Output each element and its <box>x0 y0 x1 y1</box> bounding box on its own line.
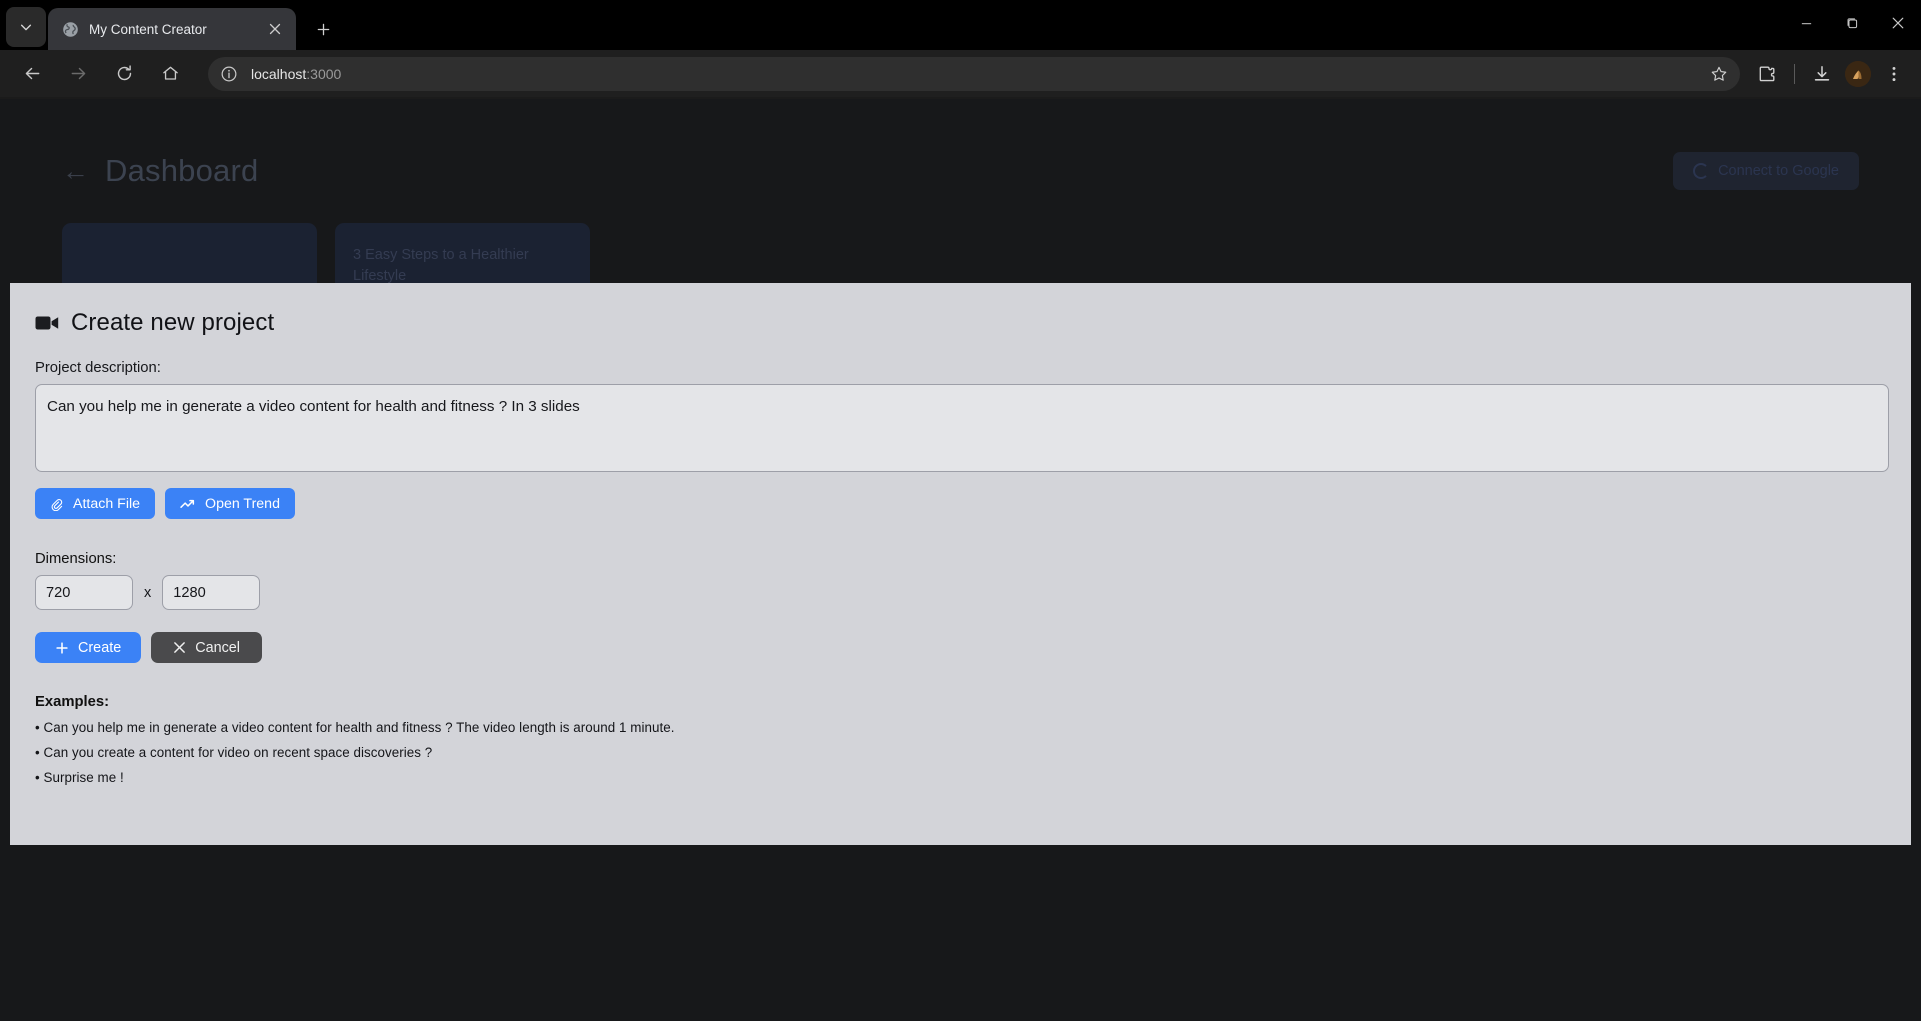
star-icon <box>1711 66 1727 81</box>
dashboard-title-group: ← Dashboard <box>62 153 258 189</box>
maximize-button[interactable] <box>1829 0 1875 46</box>
trending-up-icon <box>180 499 195 508</box>
page-viewport: ← Dashboard Connect to Google 3 Easy Ste… <box>0 99 1921 1021</box>
close-window-button[interactable] <box>1875 0 1921 46</box>
attach-file-label: Attach File <box>73 495 141 512</box>
three-dot-menu-icon <box>1892 66 1896 81</box>
tab-strip: My Content Creator <box>0 0 1921 50</box>
url-host: localhost <box>251 65 307 82</box>
cancel-button[interactable]: Cancel <box>151 632 262 663</box>
tab-title: My Content Creator <box>89 21 207 37</box>
address-bar[interactable]: localhost:3000 <box>208 56 1740 91</box>
forward-button[interactable] <box>61 57 95 91</box>
cancel-button-label: Cancel <box>195 639 240 656</box>
open-trend-label: Open Trend <box>205 495 280 512</box>
attachment-button-row: Attach File Open Trend <box>35 488 1886 519</box>
minimize-button[interactable] <box>1783 0 1829 46</box>
project-description-input[interactable] <box>35 384 1889 472</box>
home-icon <box>162 66 178 80</box>
google-g-icon <box>1693 163 1710 179</box>
avatar-icon <box>1845 60 1871 87</box>
puzzle-piece-icon <box>1759 66 1775 81</box>
home-button[interactable] <box>153 57 187 91</box>
close-icon <box>1892 17 1904 29</box>
maximize-icon <box>1847 17 1857 28</box>
video-camera-icon <box>35 314 60 332</box>
new-tab-button[interactable] <box>308 14 338 44</box>
close-x-icon <box>174 642 186 653</box>
site-info-icon[interactable] <box>216 61 242 87</box>
attach-file-button[interactable]: Attach File <box>35 488 156 519</box>
extensions-button[interactable] <box>1750 57 1784 91</box>
arrow-right-icon <box>71 67 85 80</box>
open-trend-button[interactable]: Open Trend <box>165 488 295 519</box>
url-port: :3000 <box>306 65 342 82</box>
create-button[interactable]: Create <box>35 632 142 663</box>
back-button[interactable] <box>15 57 49 91</box>
width-input[interactable] <box>35 575 133 610</box>
downloads-button[interactable] <box>1805 57 1839 91</box>
page-title: Dashboard <box>105 153 259 188</box>
bookmark-button[interactable] <box>1704 59 1734 89</box>
browser-toolbar: localhost:3000 <box>0 50 1921 98</box>
example-item[interactable]: • Can you create a content for video on … <box>35 745 1886 760</box>
plus-icon <box>56 641 68 654</box>
modal-title-text: Create new project <box>71 309 275 336</box>
connect-to-google-button[interactable]: Connect to Google <box>1673 152 1859 190</box>
window-controls <box>1783 0 1921 46</box>
dashboard-header: ← Dashboard Connect to Google <box>62 149 1859 193</box>
download-icon <box>1814 65 1830 81</box>
plus-icon <box>317 23 329 35</box>
connect-button-label: Connect to Google <box>1718 163 1839 179</box>
info-circle-icon <box>221 66 237 81</box>
example-item[interactable]: • Surprise me ! <box>35 770 1886 785</box>
chevron-down-icon <box>20 24 32 31</box>
minimize-icon <box>1801 22 1811 24</box>
paperclip-icon <box>51 498 63 511</box>
examples-label: Examples: <box>35 694 110 710</box>
dashboard-back-icon[interactable]: ← <box>62 157 89 185</box>
height-input[interactable] <box>162 575 261 610</box>
dimensions-label: Dimensions: <box>35 551 117 567</box>
modal-action-row: Create Cancel <box>35 632 1886 663</box>
example-item[interactable]: • Can you help me in generate a video co… <box>35 720 1886 735</box>
create-project-modal: Create new project Project description: … <box>10 283 1911 845</box>
dimensions-separator: x <box>144 584 152 601</box>
toolbar-divider <box>1794 63 1795 84</box>
close-icon <box>269 23 281 35</box>
tab-search-button[interactable] <box>6 7 46 47</box>
reload-icon <box>117 65 131 81</box>
description-label: Project description: <box>35 360 161 376</box>
url-text: localhost:3000 <box>242 66 1704 82</box>
browser-window: My Content Creator localhost:3000 ← Dash… <box>0 0 1921 1021</box>
browser-menu-button[interactable] <box>1877 57 1911 91</box>
browser-tab[interactable]: My Content Creator <box>48 8 296 50</box>
arrow-left-icon <box>25 67 39 80</box>
create-button-label: Create <box>78 639 122 656</box>
tab-close-button[interactable] <box>264 18 286 40</box>
modal-title: Create new project <box>35 309 1886 337</box>
dimensions-row: x <box>35 575 1886 610</box>
profile-button[interactable] <box>1845 60 1871 87</box>
reload-button[interactable] <box>107 57 141 91</box>
globe-icon <box>63 21 78 37</box>
